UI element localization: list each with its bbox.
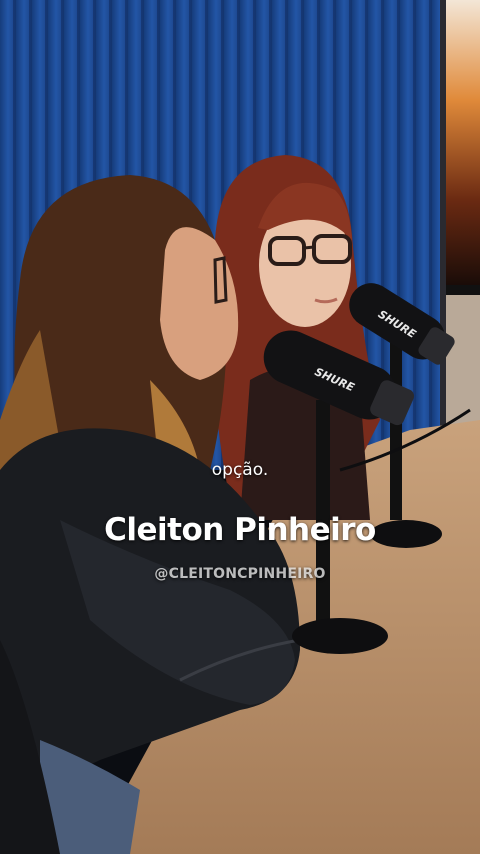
subtitle-caption: opção. [211,460,269,480]
tv-screen [446,0,480,285]
speaker-name: Cleiton Pinheiro [104,512,376,548]
podcast-scene: SHURE SHURE [0,0,480,854]
speaker-handle: @CLEITONCPINHEIRO [154,566,326,582]
video-frame: SHURE SHURE opção. Cleiton Pinheiro @CLE… [0,0,480,854]
